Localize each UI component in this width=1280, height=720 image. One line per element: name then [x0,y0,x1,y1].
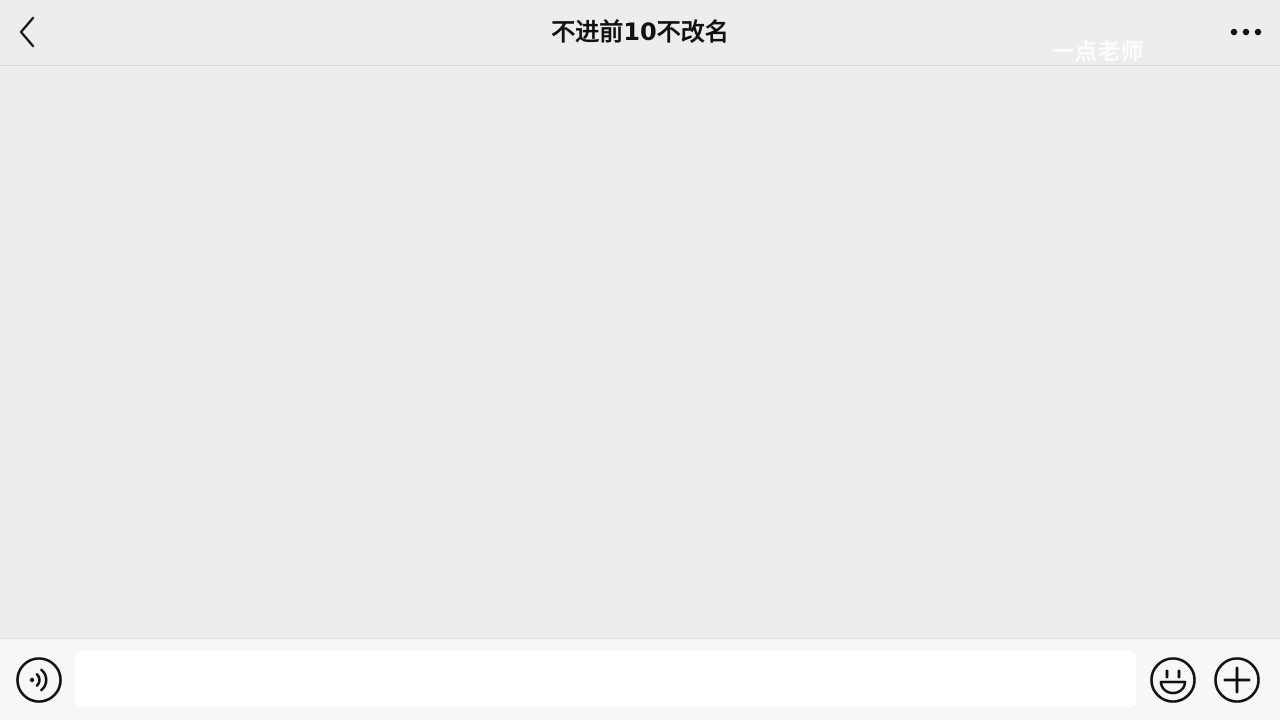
input-bar [0,638,1280,720]
plus-icon [1213,656,1261,704]
chat-screen: 不进前10不改名 一点老师 [0,0,1280,720]
emoji-icon [1149,656,1197,704]
message-list[interactable] [0,67,1280,638]
voice-button[interactable] [15,656,63,704]
watermark-text: 一点老师 [1052,40,1145,65]
more-dots-icon [1230,28,1262,36]
voice-icon [15,656,63,704]
more-button[interactable] [1226,18,1266,46]
message-input[interactable] [75,651,1136,707]
more-functions-button[interactable] [1213,656,1261,704]
emoji-button[interactable] [1149,656,1197,704]
